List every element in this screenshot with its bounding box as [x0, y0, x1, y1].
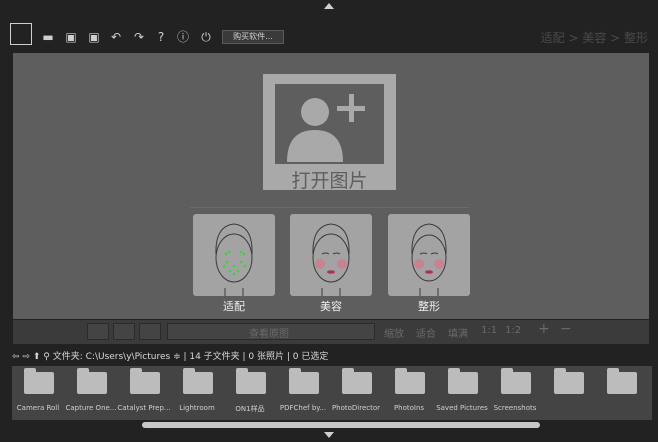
folder-icon	[607, 368, 637, 394]
ratio-1-1-button[interactable]: 1:1	[481, 325, 497, 336]
folder-icon	[448, 368, 478, 394]
folder-item[interactable]: PhotoIns	[383, 368, 435, 418]
folder-item[interactable]: PhotoDirector	[330, 368, 382, 418]
thumbnail-label: 适配	[223, 300, 245, 313]
folder-item[interactable]: ON1样品	[224, 368, 276, 418]
folder-item[interactable]: Camera Roll	[12, 368, 64, 418]
open-image-label: 打开图片	[291, 170, 368, 192]
folder-icon	[554, 368, 584, 394]
folder-icon	[183, 368, 213, 394]
folder-item[interactable]: PDFChef by...	[277, 368, 329, 418]
folder-label: Lightroom	[179, 404, 215, 412]
folder-icon	[77, 368, 107, 394]
folder-item[interactable]: Screenshots	[489, 368, 541, 418]
folder-scrollbar[interactable]	[142, 422, 540, 428]
folder-label: PhotoIns	[393, 404, 425, 412]
folder-label: Capture One...	[65, 404, 117, 412]
folder-label: Saved Pictures	[436, 404, 488, 412]
plugin-icon[interactable]: ⏻	[198, 30, 214, 44]
folder-icon	[130, 368, 160, 394]
folder-item[interactable]	[542, 368, 594, 418]
folder-label: ON1样品	[235, 405, 265, 413]
thumbnail-label: 美容	[320, 300, 342, 313]
folder-item[interactable]: Capture One...	[65, 368, 117, 418]
face-beauty-icon	[312, 223, 350, 296]
folder-item[interactable]: Lightroom	[171, 368, 223, 418]
open-image-area[interactable]	[275, 84, 384, 164]
folder-label: PhotoDirector	[331, 404, 381, 412]
collapse-top-arrow-icon[interactable]	[324, 3, 334, 9]
forward-arrow-icon[interactable]: ⇨	[22, 352, 30, 362]
folder-icon	[342, 368, 372, 394]
folder-icon	[289, 368, 319, 394]
search-icon[interactable]: ⚲	[43, 352, 50, 362]
folder-item[interactable]	[595, 368, 647, 418]
fit-button[interactable]: 适合	[416, 325, 436, 340]
folder-path-text: 文件夹: C:\Users\y\Pictures ≑ | 14 子文件夹 | 0…	[52, 352, 329, 362]
ratio-1-2-button[interactable]: 1:2	[505, 325, 521, 336]
collapse-bottom-arrow-icon[interactable]	[324, 432, 334, 438]
folder-path-bar: ⇦ ⇨ ⬆ ⚲ 文件夹: C:\Users\y\Pictures ≑ | 14 …	[12, 349, 652, 363]
face-beauty-thumbnail[interactable]	[290, 214, 372, 296]
folder-item[interactable]: Saved Pictures	[436, 368, 488, 418]
open-folder-icon[interactable]: ▬	[40, 30, 56, 44]
app-logo	[10, 23, 32, 45]
split-vertical-button[interactable]	[113, 323, 135, 340]
view-original-label: 查看原图	[249, 329, 289, 340]
folder-icon	[24, 368, 54, 394]
breadcrumb: 适配 > 美容 > 整形	[540, 31, 648, 45]
help-icon[interactable]: ?	[153, 30, 169, 44]
face-shape-thumbnail[interactable]	[388, 214, 470, 296]
zoom-label: 缩放	[384, 329, 404, 340]
fill-button[interactable]: 填满	[448, 325, 468, 340]
folder-item[interactable]: Catalyst Prep...	[117, 368, 171, 418]
folder-label: Screenshots	[493, 404, 537, 412]
folder-label: Camera Roll	[16, 404, 60, 412]
face-fit-icon	[215, 223, 253, 296]
info-icon[interactable]: ⓘ	[175, 30, 191, 44]
up-arrow-icon[interactable]: ⬆	[33, 352, 41, 362]
buy-software-button[interactable]: 购买软件...	[222, 30, 284, 44]
save-as-icon[interactable]: ▣	[86, 30, 102, 44]
add-person-icon	[287, 94, 365, 162]
single-view-button[interactable]	[87, 323, 109, 340]
folder-icon	[236, 368, 266, 394]
folder-label: Catalyst Prep...	[117, 404, 171, 412]
undo-icon[interactable]: ↶	[108, 30, 124, 44]
face-fit-thumbnail[interactable]	[193, 214, 275, 296]
zoom-out-button[interactable]: −	[560, 321, 572, 337]
face-shape-icon	[411, 223, 447, 296]
save-icon[interactable]: ▣	[63, 30, 79, 44]
thumbnail-label: 整形	[418, 300, 440, 313]
zoom-in-button[interactable]: +	[538, 321, 550, 337]
folder-icon	[395, 368, 425, 394]
split-horizontal-button[interactable]	[139, 323, 161, 340]
divider	[190, 207, 470, 208]
folder-label: PDFChef by...	[279, 404, 327, 412]
folder-icon	[501, 368, 531, 394]
redo-icon[interactable]: ↷	[131, 30, 147, 44]
back-arrow-icon[interactable]: ⇦	[12, 352, 20, 362]
